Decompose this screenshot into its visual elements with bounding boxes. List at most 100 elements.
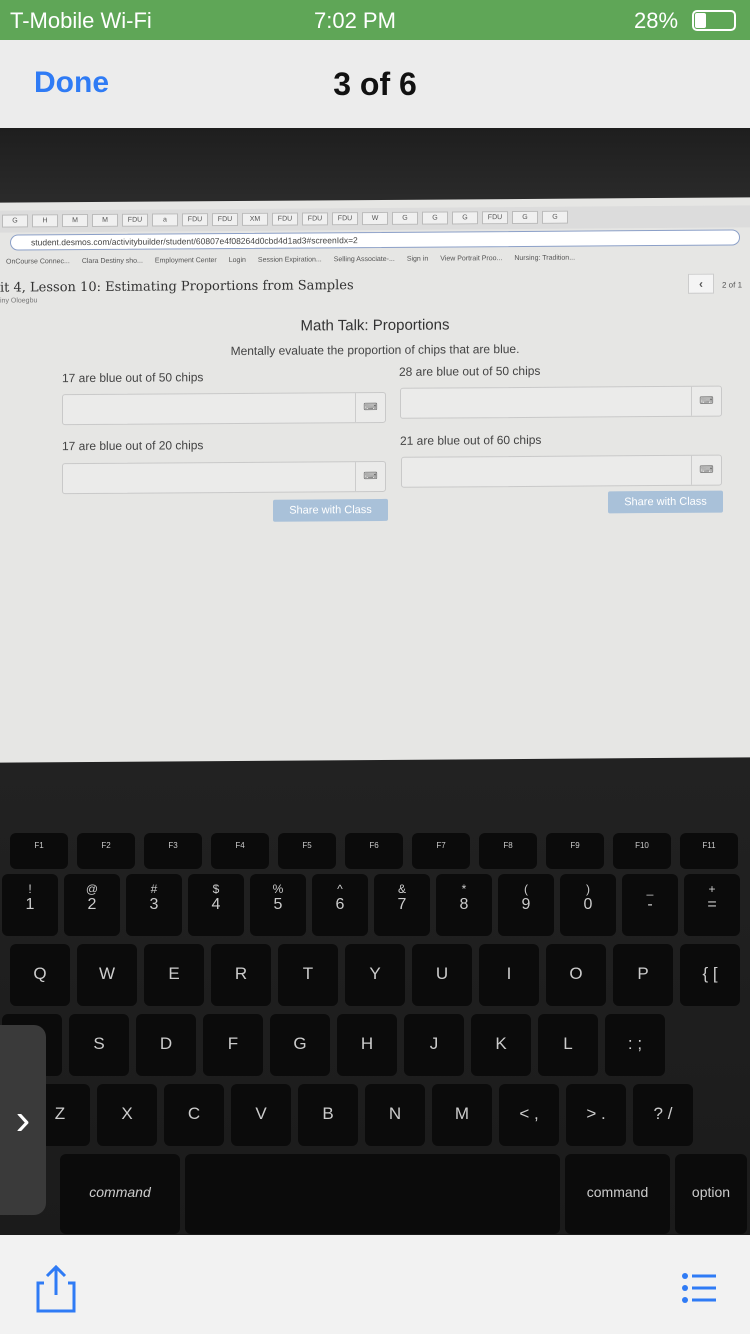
key-f[interactable]: F	[203, 1014, 263, 1076]
key-s[interactable]: S	[69, 1014, 129, 1076]
key-4[interactable]: $4	[188, 874, 244, 936]
key-f7[interactable]: F7	[412, 833, 470, 869]
browser-tab[interactable]: G	[392, 211, 418, 225]
key-k[interactable]: K	[471, 1014, 531, 1076]
bookmark[interactable]: Employment Center	[155, 253, 217, 264]
browser-tab[interactable]: FDU	[122, 213, 148, 227]
key-r[interactable]: R	[211, 944, 271, 1006]
key-1[interactable]: ! 1	[2, 874, 58, 936]
browser-tab[interactable]: FDU	[272, 212, 298, 226]
share-icon[interactable]	[36, 1265, 76, 1313]
keyboard-icon[interactable]: ⌨	[355, 392, 385, 423]
key-f1[interactable]: F1	[10, 833, 68, 869]
bookmark[interactable]: Session Expiration...	[258, 252, 322, 263]
key-2[interactable]: @2	[64, 874, 120, 936]
browser-tab[interactable]: G	[422, 211, 448, 225]
key-f11[interactable]: F11	[680, 833, 738, 869]
key-j[interactable]: J	[404, 1014, 464, 1076]
key-q[interactable]: Q	[10, 944, 70, 1006]
browser-tab[interactable]: W	[362, 211, 388, 226]
key-n[interactable]: N	[365, 1084, 425, 1146]
key-f6[interactable]: F6	[345, 833, 403, 869]
key-f3[interactable]: F3	[144, 833, 202, 869]
answer-input[interactable]: ⌨	[62, 460, 386, 495]
share-with-class-button[interactable]: Share with Class	[608, 490, 723, 514]
key-0[interactable]: ) 0	[560, 874, 616, 936]
browser-tab[interactable]: H	[32, 214, 58, 228]
share-with-class-button[interactable]: Share with Class	[273, 498, 388, 522]
bookmark[interactable]: Selling Associate-...	[334, 252, 395, 263]
key-o[interactable]: O	[546, 944, 606, 1006]
answer-input[interactable]: ⌨	[62, 391, 386, 426]
key-3[interactable]: #3	[126, 874, 182, 936]
key-:[interactable]: : ;	[605, 1014, 665, 1076]
browser-tab[interactable]: FDU	[482, 211, 508, 225]
key-9[interactable]: (9	[498, 874, 554, 936]
key-f2[interactable]: F2	[77, 833, 135, 869]
key-y[interactable]: Y	[345, 944, 405, 1006]
browser-tab[interactable]: G	[542, 210, 568, 224]
list-icon[interactable]	[682, 1273, 716, 1305]
answer-input[interactable]: ⌨	[400, 385, 722, 419]
key->[interactable]: > .	[566, 1084, 626, 1146]
address-bar[interactable]: student.desmos.com/activitybuilder/stude…	[10, 229, 740, 251]
key-f4[interactable]: F4	[211, 833, 269, 869]
key-b[interactable]: B	[298, 1084, 358, 1146]
expand-handle[interactable]: ›	[0, 1025, 46, 1215]
bookmark[interactable]: OnCourse Connec...	[6, 254, 70, 265]
left-command-key[interactable]: command	[60, 1154, 180, 1234]
option-key[interactable]: option	[675, 1154, 747, 1234]
bookmark[interactable]: Nursing: Tradition...	[514, 251, 575, 262]
key-h[interactable]: H	[337, 1014, 397, 1076]
key-i[interactable]: I	[479, 944, 539, 1006]
key-f8[interactable]: F8	[479, 833, 537, 869]
browser-tab[interactable]: XM	[242, 212, 268, 226]
key-{[interactable]: { [	[680, 944, 740, 1006]
browser-tab[interactable]: a	[152, 213, 178, 227]
browser-tab[interactable]: G	[2, 214, 28, 228]
browser-tab[interactable]: FDU	[212, 212, 238, 227]
key-d[interactable]: D	[136, 1014, 196, 1076]
browser-tab[interactable]: M	[62, 214, 88, 228]
done-button[interactable]: Done	[34, 66, 109, 100]
key-5[interactable]: % 5	[250, 874, 306, 936]
key-v[interactable]: V	[231, 1084, 291, 1146]
bookmark[interactable]: View Portrait Proo...	[440, 251, 502, 262]
key-u[interactable]: U	[412, 944, 472, 1006]
key-f9[interactable]: F9	[546, 833, 604, 869]
key-c[interactable]: C	[164, 1084, 224, 1146]
bookmark[interactable]: Clara Destiny sho...	[82, 254, 143, 265]
key-x[interactable]: X	[97, 1084, 157, 1146]
bookmark[interactable]: Login	[229, 253, 246, 264]
browser-tab[interactable]: M	[92, 213, 118, 227]
bookmark[interactable]: Sign in	[407, 252, 428, 263]
key-f5[interactable]: F5	[278, 833, 336, 869]
keyboard-icon[interactable]: ⌨	[691, 386, 721, 416]
browser-tab[interactable]: FDU	[302, 212, 328, 226]
browser-tab[interactable]: FDU	[182, 213, 208, 227]
space-bar[interactable]	[185, 1154, 560, 1234]
key-7[interactable]: & 7	[374, 874, 430, 936]
key-l[interactable]: L	[538, 1014, 598, 1076]
key-?[interactable]: ? /	[633, 1084, 693, 1146]
key-w[interactable]: W	[77, 944, 137, 1006]
key-8[interactable]: * 8	[436, 874, 492, 936]
browser-tab[interactable]: G	[452, 211, 478, 225]
keyboard-icon[interactable]: ⌨	[691, 455, 721, 485]
right-command-key[interactable]: command	[565, 1154, 670, 1234]
keyboard-icon[interactable]: ⌨	[355, 461, 385, 492]
key-e[interactable]: E	[144, 944, 204, 1006]
key-f10[interactable]: F10	[613, 833, 671, 869]
key-=[interactable]: + =	[684, 874, 740, 936]
previous-button[interactable]: ‹	[688, 273, 714, 294]
answer-input[interactable]: ⌨	[401, 454, 722, 488]
browser-tab[interactable]: G	[512, 210, 538, 225]
key-6[interactable]: ^ 6	[312, 874, 368, 936]
key-m[interactable]: M	[432, 1084, 492, 1146]
key-p[interactable]: P	[613, 944, 673, 1006]
key--[interactable]: _ -	[622, 874, 678, 936]
key-g[interactable]: G	[270, 1014, 330, 1076]
key-<[interactable]: < ,	[499, 1084, 559, 1146]
key-t[interactable]: T	[278, 944, 338, 1006]
browser-tab[interactable]: FDU	[332, 212, 358, 226]
